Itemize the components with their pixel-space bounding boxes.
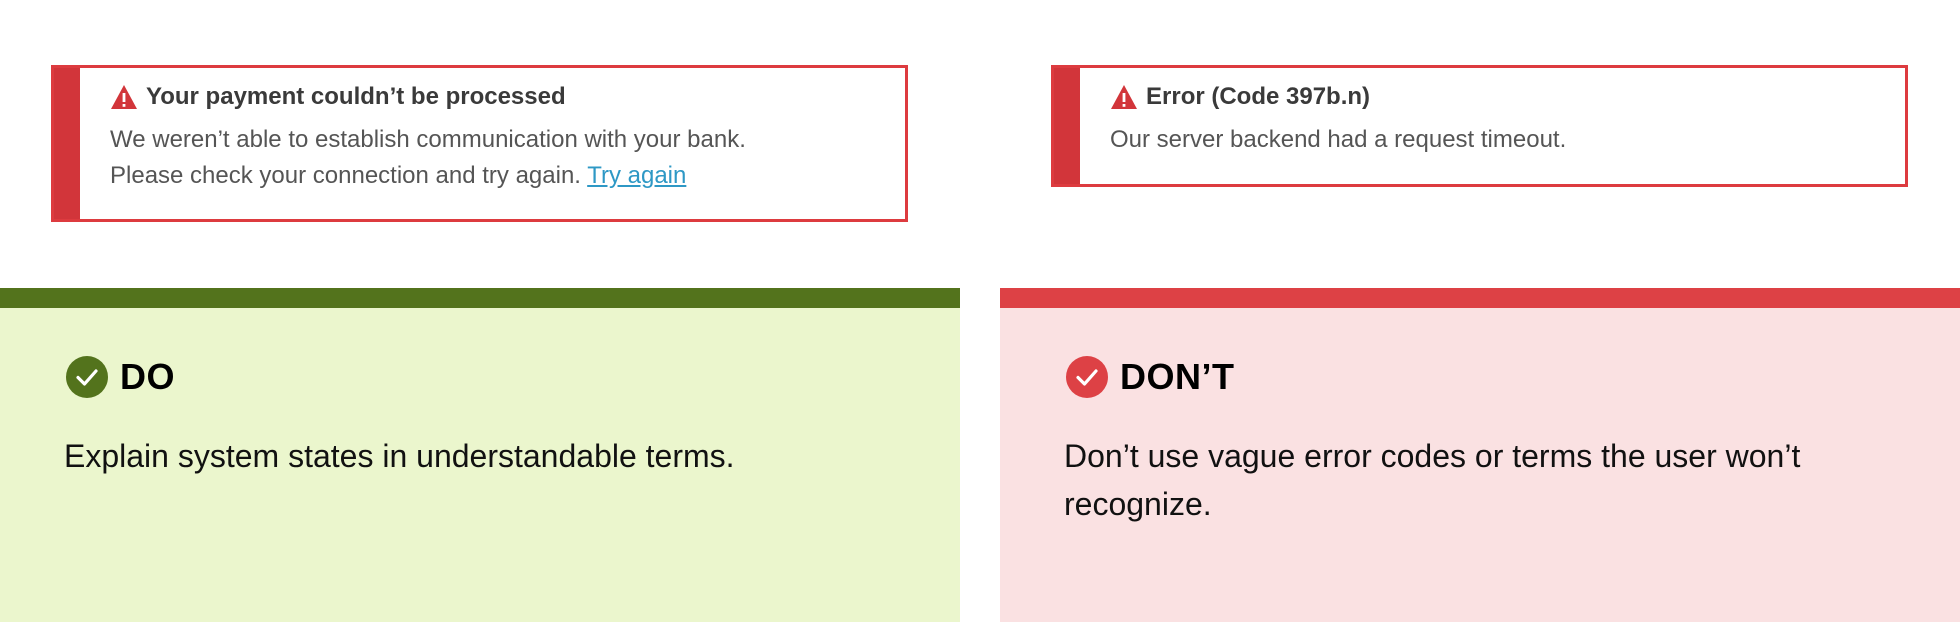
try-again-link[interactable]: Try again xyxy=(587,162,686,189)
dont-panel-bar xyxy=(1000,288,1960,308)
alert-message-line-1: We weren’t able to establish communicati… xyxy=(110,126,746,153)
warning-icon xyxy=(111,85,137,109)
vague-error-alert: Error (Code 397b.n) Our server backend h… xyxy=(1051,65,1908,187)
alert-title: Your payment couldn’t be processed xyxy=(146,83,566,110)
alert-message: We weren’t able to establish communicati… xyxy=(110,122,889,194)
do-label: DO xyxy=(120,356,175,397)
alert-message: Our server backend had a request timeout… xyxy=(1110,126,1567,153)
dont-label: DON’T xyxy=(1120,356,1235,397)
alert-accent-stripe xyxy=(1054,68,1080,184)
do-text: Explain system states in understandable … xyxy=(64,438,735,474)
dont-panel: DON’T Don’t use vague error codes or ter… xyxy=(1000,288,1960,622)
check-circle-icon xyxy=(66,356,108,398)
do-panel: DO Explain system states in understandab… xyxy=(0,288,960,622)
alert-accent-stripe xyxy=(54,68,80,219)
dont-text: Don’t use vague error codes or terms the… xyxy=(1064,438,1801,522)
check-circle-icon xyxy=(1066,356,1108,398)
payment-error-alert: Your payment couldn’t be processed We we… xyxy=(51,65,908,222)
alert-title: Error (Code 397b.n) xyxy=(1146,83,1371,110)
do-panel-bar xyxy=(0,288,960,308)
alert-message-line-2: Please check your connection and try aga… xyxy=(110,162,581,189)
warning-icon xyxy=(1111,85,1137,109)
